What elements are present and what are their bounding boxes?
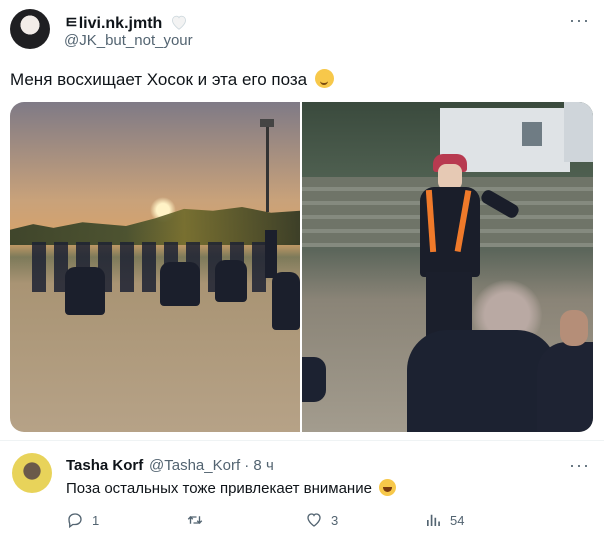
- reply-author-handle-time[interactable]: @Tasha_Korf · 8 ч: [149, 457, 274, 474]
- reply-text: Поза остальных тоже привлекает внимание: [66, 479, 397, 497]
- laughing-tears-emoji-icon: [379, 479, 397, 496]
- views-count: 54: [450, 512, 465, 528]
- reply-author-avatar[interactable]: [12, 453, 52, 493]
- reply-text-content: Поза остальных тоже привлекает внимание: [66, 480, 372, 497]
- like-count: 3: [331, 512, 339, 528]
- comment-icon: [68, 513, 82, 529]
- author-handle[interactable]: @JK_but_not_your: [64, 32, 193, 49]
- author-display-name-row[interactable]: ㅌlivi.nk.jmth: [64, 9, 188, 33]
- tweet-photo-2[interactable]: [302, 102, 593, 432]
- white-heart-icon: [171, 15, 186, 30]
- views-button[interactable]: 54: [424, 511, 464, 529]
- tweet-text-content: Меня восхищает Хосок и эта его поза: [10, 70, 308, 89]
- retweet-button[interactable]: [186, 511, 212, 529]
- more-options-button[interactable]: ···: [569, 10, 590, 31]
- tweet-text: Меня восхищает Хосок и эта его поза: [10, 69, 334, 90]
- reply-more-options-button[interactable]: ···: [569, 455, 590, 476]
- reply-count: 1: [92, 512, 100, 528]
- analytics-bars-icon: [427, 514, 440, 526]
- relieved-face-emoji-icon: [314, 69, 334, 88]
- author-display-name[interactable]: ㅌlivi.nk.jmth: [64, 15, 162, 32]
- heart-outline-icon: [307, 513, 321, 527]
- reply-author-name[interactable]: Tasha Korf: [66, 457, 143, 474]
- tweet-photo-1[interactable]: [10, 102, 300, 432]
- reply-button[interactable]: 1: [66, 511, 99, 529]
- tweet-media: [10, 102, 593, 432]
- like-button[interactable]: 3: [305, 511, 338, 529]
- retweet-icon: [187, 516, 203, 524]
- author-avatar[interactable]: [10, 9, 50, 49]
- thread-divider: [0, 440, 604, 441]
